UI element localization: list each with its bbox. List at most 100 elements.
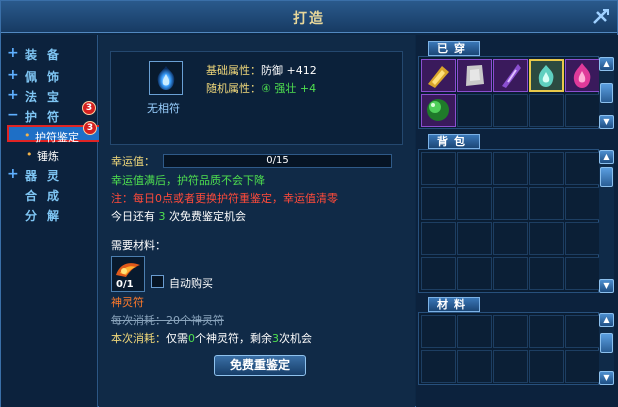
luck-label: 幸运值： — [111, 155, 155, 168]
close-icon[interactable] — [591, 7, 611, 27]
bag-slot[interactable] — [421, 222, 456, 255]
appraise-count-badge: 3 — [83, 121, 97, 135]
material-grid-slot[interactable] — [457, 315, 492, 348]
material-grid-slot[interactable] — [421, 350, 456, 383]
equipped-slot[interactable] — [457, 59, 492, 92]
material-grid-slot[interactable] — [529, 315, 564, 348]
material-grid-slot[interactable] — [493, 315, 528, 348]
bag-slot[interactable] — [493, 187, 528, 220]
scroll-up-icon[interactable]: ▲ — [599, 57, 614, 71]
nav-item-equipment[interactable]: + 装备 — [5, 45, 95, 63]
bag-slot[interactable] — [421, 152, 456, 185]
this-cost-row: 本次消耗：仅需0个神灵符，剩余3次机会 — [111, 330, 312, 346]
appraise-panel: 无相符 基础属性：防御 +412 随机属性：④ 强壮 +4 幸运值： 0/15 … — [99, 35, 415, 407]
random-attr-name: 强壮 — [274, 82, 297, 95]
equipped-slot-empty[interactable] — [493, 94, 528, 127]
expand-icon[interactable]: + — [7, 88, 19, 102]
scroll-down-icon[interactable]: ▼ — [599, 115, 614, 129]
bag-slot[interactable] — [421, 187, 456, 220]
materials-scrollbar[interactable]: ▲ ▼ — [599, 313, 614, 385]
cyan-flame-icon — [538, 65, 554, 87]
pink-flame-icon — [573, 63, 591, 88]
auto-buy-checkbox[interactable] — [151, 275, 164, 288]
green-orb-icon — [427, 99, 449, 121]
expand-icon[interactable]: + — [7, 46, 19, 60]
bullet-icon: • — [24, 129, 31, 142]
nav-label: 护符 — [25, 110, 70, 124]
tab-materials[interactable]: 材料 — [428, 297, 480, 312]
nav-item-treasure[interactable]: + 法宝 — [5, 87, 95, 105]
scroll-thumb[interactable] — [600, 333, 613, 353]
bag-slot[interactable] — [565, 187, 600, 220]
tab-bag[interactable]: 背包 — [428, 134, 480, 149]
bag-slot[interactable] — [421, 257, 456, 290]
nav-item-decompose[interactable]: 分解 — [5, 206, 95, 224]
bag-scrollbar[interactable]: ▲ ▼ — [599, 150, 614, 293]
stone-tablet-icon — [466, 65, 484, 86]
nav-sub-talisman-appraise[interactable]: • 护符鉴定 — [7, 125, 113, 144]
scroll-down-icon[interactable]: ▼ — [599, 279, 614, 293]
title-bar[interactable]: 打造 — [1, 1, 617, 33]
equipped-slot-empty[interactable] — [457, 94, 492, 127]
nav-label: 合成 — [25, 189, 70, 203]
free-reappraise-button[interactable]: 免费重鉴定 — [214, 355, 306, 376]
bag-slot[interactable] — [457, 257, 492, 290]
nav-label: 法宝 — [25, 90, 70, 104]
base-attr-row: 基础属性：防御 +412 — [206, 62, 317, 78]
scroll-down-icon[interactable]: ▼ — [599, 371, 614, 385]
bag-slot[interactable] — [493, 152, 528, 185]
bag-slot[interactable] — [457, 187, 492, 220]
luck-hint: 幸运值满后，护符品质不会下降 — [111, 174, 265, 187]
nav-item-synthesis[interactable]: 合成 — [5, 186, 95, 204]
nav-label: 器灵 — [25, 169, 70, 183]
bag-slot[interactable] — [565, 257, 600, 290]
scroll-up-icon[interactable]: ▲ — [599, 150, 614, 164]
bag-slot[interactable] — [529, 152, 564, 185]
material-grid-slot[interactable] — [421, 315, 456, 348]
material-grid-slot[interactable] — [529, 350, 564, 383]
material-grid-slot[interactable] — [493, 350, 528, 383]
equipped-slot[interactable] — [493, 59, 528, 92]
this-cost-prefix: 仅需 — [166, 332, 188, 345]
bag-slot[interactable] — [565, 222, 600, 255]
bag-slot[interactable] — [565, 152, 600, 185]
random-attr-row: 随机属性：④ 强壮 +4 — [206, 80, 316, 96]
nav-item-accessory[interactable]: + 佩饰 — [5, 67, 95, 85]
equipped-slot-selected[interactable] — [529, 59, 564, 92]
bag-grid — [418, 149, 600, 293]
bag-slot[interactable] — [529, 222, 564, 255]
material-name: 神灵符 — [111, 296, 144, 309]
bag-slot[interactable] — [457, 222, 492, 255]
material-grid-slot[interactable] — [457, 350, 492, 383]
forge-window: 打造 + 装备 + 佩饰 + 法宝 − 护符 3 • 护符鉴定 3 • 锤炼 +… — [0, 0, 618, 407]
materials-label: 需要材料： — [111, 239, 166, 252]
material-slot[interactable]: 0/1 — [111, 256, 145, 292]
collapse-icon[interactable]: − — [7, 108, 19, 122]
equipped-scrollbar[interactable]: ▲ ▼ — [599, 57, 614, 129]
free-suffix: 次免费鉴定机会 — [169, 210, 246, 223]
scroll-up-icon[interactable]: ▲ — [599, 313, 614, 327]
talisman-slot[interactable] — [149, 61, 183, 95]
expand-icon[interactable]: + — [7, 68, 19, 82]
material-grid-slot[interactable] — [565, 315, 600, 348]
bag-slot[interactable] — [493, 222, 528, 255]
equipped-slot[interactable] — [565, 59, 600, 92]
bag-slot[interactable] — [529, 187, 564, 220]
nav-sub-label: 护符鉴定 — [35, 131, 79, 144]
nav-item-spirit[interactable]: + 器灵 — [5, 166, 95, 184]
nav-sub-refine[interactable]: • 锤炼 — [11, 146, 97, 163]
bag-slot[interactable] — [457, 152, 492, 185]
equipped-slot[interactable] — [421, 94, 456, 127]
scroll-thumb[interactable] — [600, 83, 613, 103]
tab-equipped[interactable]: 已穿 — [428, 41, 480, 56]
equipped-slot-empty[interactable] — [529, 94, 564, 127]
this-cost-suffix: 次机会 — [279, 332, 312, 345]
auto-buy-label: 自动购买 — [169, 277, 213, 290]
scroll-thumb[interactable] — [600, 167, 613, 187]
equipped-slot[interactable] — [421, 59, 456, 92]
bag-slot[interactable] — [493, 257, 528, 290]
expand-icon[interactable]: + — [7, 167, 19, 181]
bag-slot[interactable] — [529, 257, 564, 290]
material-grid-slot[interactable] — [565, 350, 600, 383]
equipped-slot-empty[interactable] — [565, 94, 600, 127]
